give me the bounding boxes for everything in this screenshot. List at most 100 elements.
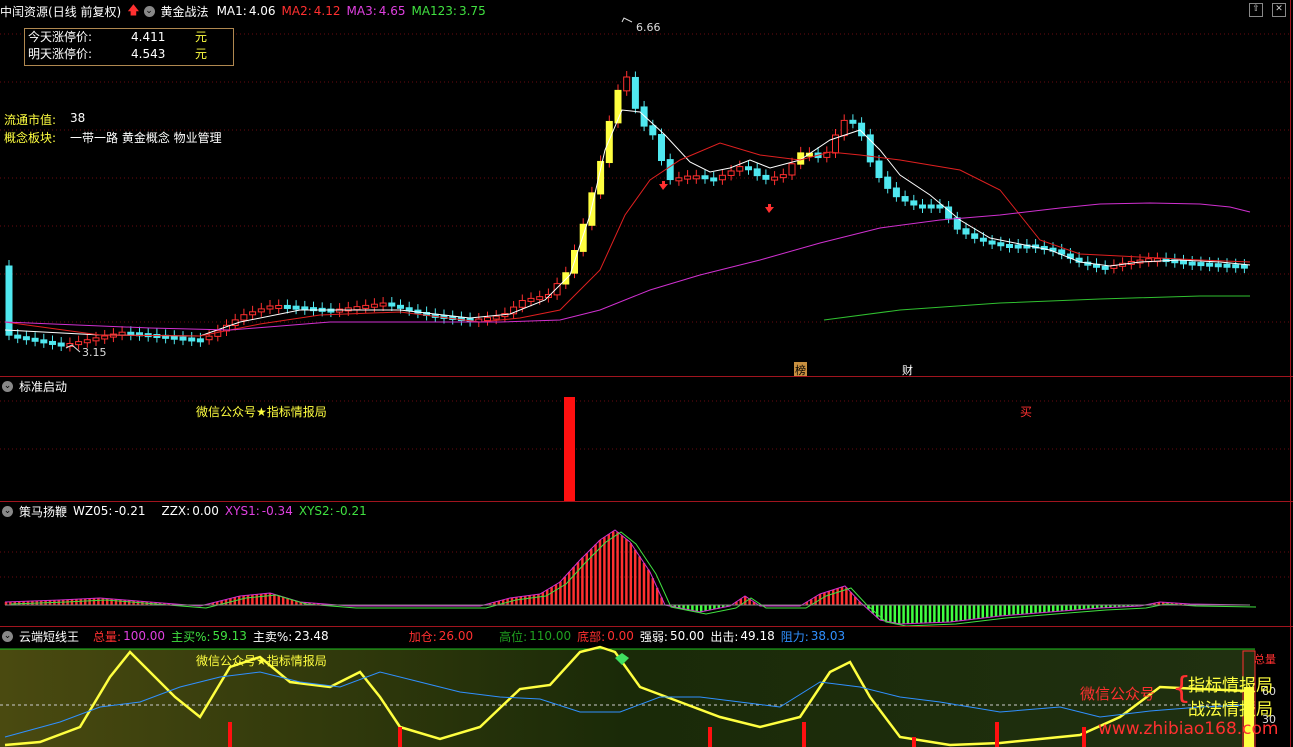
candle-body — [49, 340, 56, 345]
period-label[interactable]: (日线 前复权) — [48, 3, 121, 20]
bottom-label: 底部: — [577, 629, 606, 644]
candle-body — [275, 304, 283, 309]
url-text: www.zhibiao168.com — [1098, 719, 1279, 739]
candle-body — [979, 237, 987, 242]
chevron-down-icon[interactable]: ⌄ — [2, 630, 13, 642]
candle-body — [240, 314, 248, 321]
watermark-text: 微信公众号★指标情报局 — [196, 654, 327, 668]
total-label: 总量: — [93, 629, 122, 644]
xys1-value: -0.34 — [261, 504, 293, 518]
yunduan-title[interactable]: 云端短线王 — [19, 628, 79, 645]
candle-body — [188, 337, 196, 342]
candle-body — [649, 125, 657, 136]
candle-body — [745, 166, 752, 171]
ma123-label: MA123: — [411, 4, 457, 18]
candle-body — [971, 233, 979, 239]
candle-body — [101, 335, 109, 340]
watermark-text: 微信公众号★指标情报局 — [196, 405, 327, 419]
high-value: 110.00 — [529, 629, 572, 643]
stock-name[interactable]: 中闰资源 — [0, 3, 48, 20]
candle-body — [83, 339, 91, 344]
candle-body — [397, 304, 404, 309]
high-price-label: 6.66 — [636, 21, 661, 34]
candle-body — [997, 242, 1005, 247]
today-limit-unit: 元 — [195, 30, 208, 44]
ma3-line — [4, 202, 1251, 331]
candle-body — [57, 342, 65, 347]
resist-value: 38.03 — [810, 629, 846, 643]
candle-body — [362, 304, 370, 309]
indicator-name[interactable]: 黄金战法 — [161, 3, 209, 20]
candle-body — [736, 166, 744, 172]
start-panel[interactable]: ⌄ 标准启动 微信公众号★指标情报局 买 — [0, 377, 1293, 501]
candle-body — [753, 168, 761, 177]
candle-body — [492, 315, 500, 320]
candle-body — [484, 317, 491, 322]
yunduan-panel[interactable]: ⌄ 云端短线王 总量: 100.00 主买%: 59.13 主卖%: 23.48… — [0, 627, 1293, 747]
overlay-wechat: 微信公众号 — [1080, 685, 1156, 703]
start-header: ⌄ 标准启动 — [0, 378, 73, 394]
tomorrow-limit-value: 4.543 — [131, 47, 166, 61]
candle-body — [388, 302, 396, 307]
overlay-line2: 战法情报局 — [1188, 700, 1273, 720]
high-pointer — [621, 17, 633, 23]
candle-body — [1240, 264, 1248, 269]
xys2-label: XYS2: — [298, 504, 334, 518]
tomorrow-limit-unit: 元 — [195, 47, 208, 61]
candle-body — [658, 134, 665, 161]
cemayang-panel[interactable]: ⌄ 策马扬鞭 WZ05: -0.21 ZZX: 0.00 XYS1: -0.34… — [0, 502, 1293, 626]
candle-body — [892, 187, 900, 198]
limit-price-box: 今天涨停价: 4.411 元 明天涨停价: 4.543 元 — [24, 28, 234, 66]
candle-body — [727, 170, 735, 176]
chevron-down-icon[interactable]: ⌄ — [2, 505, 13, 517]
candle-body — [718, 174, 726, 181]
candle-body — [762, 174, 770, 180]
mainbuy-label: 主买%: — [171, 629, 211, 644]
candle-body — [14, 334, 22, 339]
candle-body — [292, 305, 300, 310]
add-position-bar — [912, 737, 916, 747]
concept-label: 概念板块: — [4, 131, 57, 145]
zzx-value: 0.00 — [192, 504, 219, 518]
mainsell-label: 主卖%: — [252, 629, 293, 644]
total-volume-label: 总量 — [1254, 653, 1276, 666]
bang-marker[interactable]: 榜 — [794, 362, 807, 376]
cai-marker[interactable]: 财 — [902, 362, 913, 376]
xys1-label: XYS1: — [224, 504, 260, 518]
candle-body — [771, 176, 779, 181]
ma2-value: 4.12 — [313, 4, 341, 18]
candle-body — [353, 306, 361, 311]
candle-body — [205, 335, 213, 341]
ma3-label: MA3: — [346, 4, 377, 18]
candle-body — [1014, 244, 1022, 249]
candle-body — [901, 196, 909, 202]
candle-body — [666, 159, 674, 181]
float-cap-value: 38 — [70, 111, 86, 125]
candle-body — [301, 306, 309, 311]
ma1-label: MA1: — [216, 4, 247, 18]
restore-window-button[interactable]: ⇧ — [1249, 3, 1263, 17]
overlay-line1: 指标情报局 — [1188, 676, 1273, 696]
add-label: 加仓: — [408, 629, 437, 644]
start-title[interactable]: 标准启动 — [19, 378, 67, 395]
cemayang-header: ⌄ 策马扬鞭 WZ05: -0.21 ZZX: 0.00 XYS1: -0.34… — [0, 503, 373, 519]
chevron-down-icon[interactable]: ⌄ — [143, 5, 155, 17]
candle-body — [631, 76, 639, 109]
add-position-bar — [228, 722, 232, 747]
candle-body — [22, 336, 30, 341]
candle-body — [249, 311, 257, 316]
candle-body — [884, 176, 892, 189]
chevron-down-icon[interactable]: ⌄ — [2, 380, 13, 392]
buy-arrow-icon — [765, 204, 774, 213]
xys2-value: -0.21 — [335, 504, 367, 518]
candle-body — [988, 240, 996, 245]
candle-body — [788, 163, 796, 176]
price-panel[interactable]: 中闰资源 (日线 前复权) 🡅 ⌄ 黄金战法 MA1: 4.06 MA2: 4.… — [0, 0, 1293, 376]
close-window-button[interactable]: ✕ — [1272, 3, 1286, 17]
candle-body — [31, 337, 39, 342]
ma3-value: 4.65 — [378, 4, 406, 18]
start-signal-bar — [564, 397, 575, 501]
candle-body — [919, 204, 926, 209]
cemayang-title[interactable]: 策马扬鞭 — [19, 503, 67, 520]
candle-body — [692, 175, 700, 180]
